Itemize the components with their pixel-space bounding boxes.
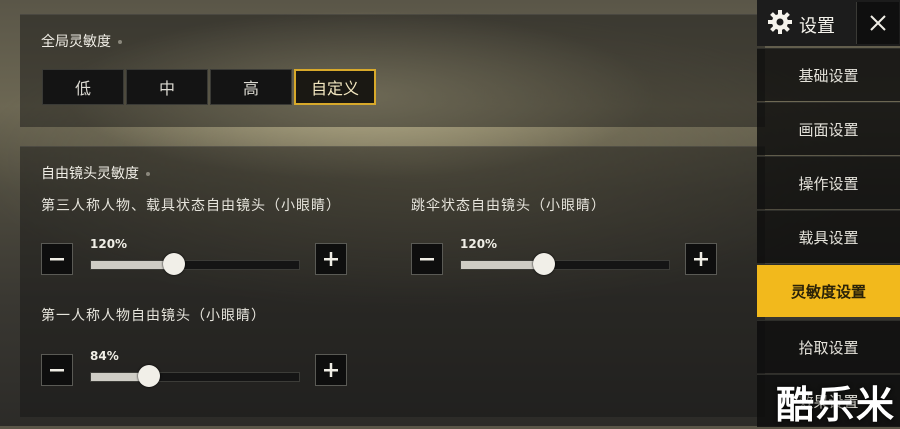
slider-knob[interactable] — [533, 253, 556, 275]
third-person-free-camera-label: 第三人称人物、载具状态自由镜头（小眼睛） — [41, 198, 341, 214]
plus-icon — [324, 363, 338, 377]
watermark-logo: 酷乐米 — [776, 383, 897, 427]
menu-item-basic[interactable]: 基础设置 — [757, 48, 900, 101]
slider-knob[interactable] — [163, 253, 186, 275]
free-camera-panel: 自由镜头灵敏度 第三人称人物、载具状态自由镜头（小眼睛） 120% 跳伞状态自由… — [20, 146, 765, 417]
preset-custom-button[interactable]: 自定义 — [294, 69, 376, 105]
plus-icon — [324, 252, 338, 266]
first-person-value: 84% — [90, 349, 119, 363]
menu-item-vehicle[interactable]: 载具设置 — [757, 210, 900, 263]
preset-medium-button[interactable]: 中 — [126, 69, 208, 105]
menu-item-graphics[interactable]: 画面设置 — [757, 102, 900, 155]
close-icon — [870, 15, 886, 31]
first-person-increase-button[interactable] — [315, 354, 347, 386]
parachute-free-camera-label: 跳伞状态自由镜头（小眼睛） — [411, 198, 606, 214]
first-person-free-camera-label: 第一人称人物自由镜头（小眼睛） — [41, 308, 266, 324]
menu-item-controls[interactable]: 操作设置 — [757, 156, 900, 209]
sensitivity-preset-group: 低 中 高 自定义 — [42, 69, 378, 105]
minus-icon — [420, 258, 434, 261]
parachute-value: 120% — [460, 237, 498, 251]
plus-icon — [694, 252, 708, 266]
slider-knob[interactable] — [138, 365, 161, 387]
preset-high-button[interactable]: 高 — [210, 69, 292, 105]
global-sensitivity-panel: 全局灵敏度 低 中 高 自定义 — [20, 14, 765, 127]
menu-item-pickup[interactable]: 拾取设置 — [757, 320, 900, 373]
minus-icon — [50, 258, 64, 261]
parachute-decrease-button[interactable] — [411, 243, 443, 275]
gear-icon — [768, 10, 792, 34]
preset-low-button[interactable]: 低 — [42, 69, 124, 105]
third-person-slider[interactable] — [90, 253, 300, 275]
minus-icon — [50, 369, 64, 372]
third-person-increase-button[interactable] — [315, 243, 347, 275]
settings-menu: 设置 基础设置 画面设置 操作设置 载具设置 灵敏度设置 拾取设置 效果设置 — [757, 0, 900, 427]
third-person-value: 120% — [90, 237, 128, 251]
first-person-decrease-button[interactable] — [41, 354, 73, 386]
parachute-slider[interactable] — [460, 253, 670, 275]
global-sensitivity-title: 全局灵敏度 — [41, 31, 122, 51]
free-camera-title: 自由镜头灵敏度 — [41, 163, 150, 183]
first-person-slider[interactable] — [90, 365, 300, 387]
settings-title: 设置 — [799, 16, 835, 37]
menu-item-sensitivity[interactable]: 灵敏度设置 — [757, 264, 900, 317]
settings-header: 设置 — [757, 0, 900, 46]
parachute-increase-button[interactable] — [685, 243, 717, 275]
third-person-decrease-button[interactable] — [41, 243, 73, 275]
close-button[interactable] — [856, 2, 899, 44]
